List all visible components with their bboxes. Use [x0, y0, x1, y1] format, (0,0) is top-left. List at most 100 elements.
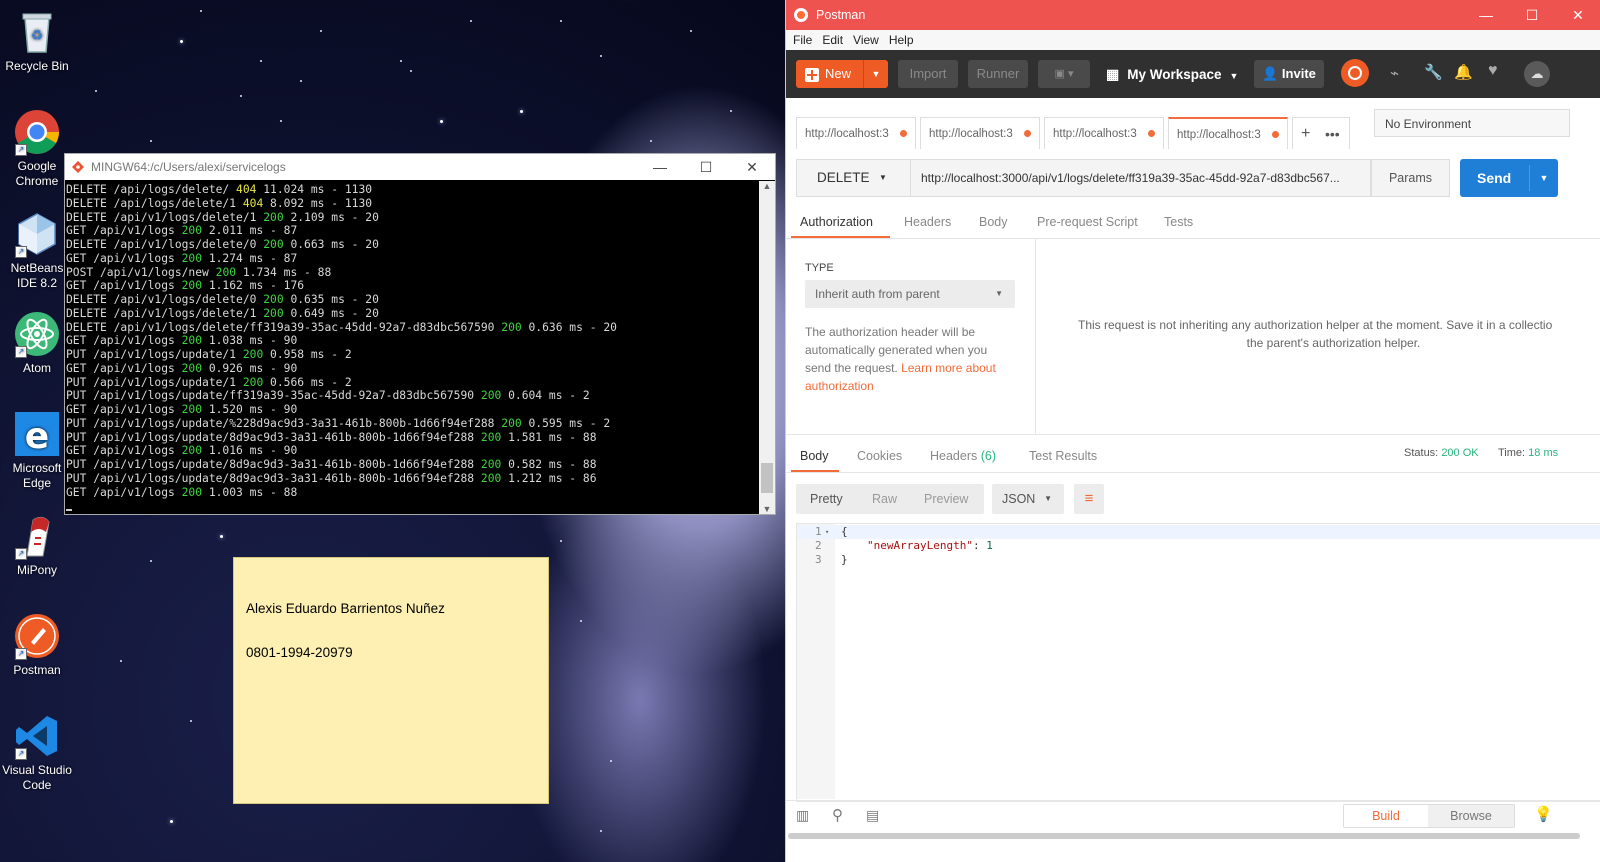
terminal-line: PUT /api/v1/logs/update/%228d9ac9d3-3a31…	[66, 416, 611, 430]
build-button[interactable]: Build	[1344, 805, 1428, 827]
shortcut-arrow-icon: ↗	[15, 246, 27, 258]
request-tab-active[interactable]: http://localhost:3	[1168, 117, 1288, 149]
import-button[interactable]: Import	[898, 60, 958, 88]
wrap-lines-icon[interactable]: ≡	[1074, 484, 1104, 514]
terminal-line: PUT /api/v1/logs/update/8d9ac9d3-3a31-46…	[66, 430, 597, 444]
resp-tab-headers[interactable]: Headers (6)	[930, 449, 996, 463]
response-time: Time: 18 ms	[1498, 447, 1558, 459]
shortcut-arrow-icon: ↗	[15, 648, 27, 660]
terminal-line: PUT /api/v1/logs/update/8d9ac9d3-3a31-46…	[66, 458, 597, 471]
terminal-line: PUT /api/v1/logs/update/ff319a39-35ac-45…	[66, 389, 590, 403]
terminal-window[interactable]: MINGW64:/c/Users/alexi/servicelogs — ☐ ✕…	[64, 153, 776, 515]
horizontal-scrollbar[interactable]	[788, 833, 1580, 839]
response-code: 1 ▾{2 "newArrayLength": 1 3}	[797, 525, 1597, 567]
scrollbar-thumb[interactable]	[761, 463, 773, 493]
new-window-button[interactable]: ▣ ▾	[1038, 60, 1090, 88]
shortcut-arrow-icon: ↗	[15, 346, 27, 358]
terminal-title: MINGW64:/c/Users/alexi/servicelogs	[91, 160, 286, 174]
bell-icon[interactable]: 🔔	[1454, 63, 1473, 81]
send-label: Send	[1477, 170, 1512, 186]
scroll-down-icon[interactable]: ▼	[759, 504, 775, 514]
desktop-icon-atom[interactable]: ↗ Atom	[0, 310, 74, 376]
desktop-icon-netbeans[interactable]: ↗ NetBeans IDE 8.2	[0, 210, 74, 291]
terminal-titlebar[interactable]: MINGW64:/c/Users/alexi/servicelogs — ☐ ✕	[65, 154, 775, 180]
sidebar-toggle-icon[interactable]: ▥	[796, 807, 809, 824]
close-button[interactable]: ✕	[1555, 7, 1600, 24]
desktop-icon-mipony[interactable]: ↗ MiPony	[0, 512, 74, 578]
environment-select[interactable]: No Environment	[1374, 109, 1570, 137]
request-tab[interactable]: http://localhost:3	[920, 117, 1040, 149]
desktop-icon-postman[interactable]: ↗ Postman	[0, 612, 74, 678]
menu-file[interactable]: File	[793, 33, 812, 47]
tab-tests[interactable]: Tests	[1164, 215, 1193, 229]
params-button[interactable]: Params	[1371, 159, 1450, 197]
svg-text:e: e	[25, 416, 49, 457]
minimize-button[interactable]: —	[637, 159, 683, 175]
send-button[interactable]: Send ▼	[1460, 159, 1558, 197]
terminal-scrollbar[interactable]: ▲ ▼	[759, 181, 775, 514]
new-button[interactable]: New ▼	[796, 60, 888, 88]
desktop-icon-microsoft-edge[interactable]: e Microsoft Edge	[0, 410, 74, 491]
browse-button[interactable]: Browse	[1428, 805, 1514, 827]
menu-view[interactable]: View	[853, 33, 879, 47]
desktop-icon-label: MiPony	[16, 563, 57, 577]
url-input[interactable]: http://localhost:3000/api/v1/logs/delete…	[921, 160, 1361, 196]
vscode-icon: ↗	[13, 712, 61, 760]
auth-message-line2: the parent's authorization helper.	[1246, 336, 1421, 350]
request-tab[interactable]: http://localhost:3	[1044, 117, 1164, 149]
request-tab[interactable]: http://localhost:3	[796, 117, 916, 149]
desktop-icon-vscode[interactable]: ↗ Visual Studio Code	[0, 712, 74, 793]
response-body[interactable]: 1 ▾{2 "newArrayLength": 1 3}	[796, 523, 1600, 802]
sticky-id: 0801-1994-20979	[246, 645, 353, 660]
desktop-icon-google-chrome[interactable]: ↗ Google Chrome	[0, 108, 74, 189]
pretty-button[interactable]: Pretty	[810, 484, 843, 514]
tab-pre-request-script[interactable]: Pre-request Script	[1037, 215, 1138, 229]
request-tabs: http://localhost:3 http://localhost:3 ht…	[796, 117, 1356, 151]
sync-status-icon[interactable]	[1341, 59, 1369, 87]
resp-tab-test-results[interactable]: Test Results	[1029, 449, 1097, 463]
preview-button[interactable]: Preview	[924, 484, 968, 514]
desktop-icon-label: Recycle Bin	[5, 59, 69, 73]
tab-authorization[interactable]: Authorization	[800, 215, 873, 229]
invite-button[interactable]: 👤 Invite	[1254, 60, 1324, 88]
close-button[interactable]: ✕	[729, 159, 775, 176]
sticky-note[interactable]: Alexis Eduardo Barrientos Nuñez 0801-199…	[233, 557, 549, 804]
cloud-icon[interactable]: ☁	[1524, 61, 1550, 87]
tab-headers[interactable]: Headers	[904, 215, 951, 229]
tab-body[interactable]: Body	[979, 215, 1008, 229]
new-dropdown-icon[interactable]: ▼	[863, 60, 888, 88]
raw-button[interactable]: Raw	[872, 484, 897, 514]
terminal-output[interactable]: DELETE /api/logs/delete/ 404 11.024 ms -…	[65, 181, 759, 514]
add-tab-icon[interactable]: +	[1301, 118, 1310, 150]
method-label: DELETE	[817, 170, 870, 185]
lightbulb-icon[interactable]: 💡	[1534, 805, 1553, 823]
more-tabs-icon[interactable]: •••	[1325, 118, 1340, 150]
minimize-button[interactable]: —	[1463, 7, 1509, 23]
maximize-button[interactable]: ☐	[683, 159, 729, 176]
resp-tab-cookies[interactable]: Cookies	[857, 449, 902, 463]
menu-help[interactable]: Help	[889, 33, 914, 47]
postman-window[interactable]: Postman — ☐ ✕ File Edit View Help New ▼ …	[785, 0, 1600, 862]
star	[410, 70, 412, 72]
heart-icon[interactable]: ♥	[1488, 62, 1498, 80]
postman-titlebar[interactable]: Postman — ☐ ✕	[786, 0, 1600, 30]
console-icon[interactable]: ▤	[866, 807, 879, 824]
terminal-line: DELETE /api/logs/delete/ 404 11.024 ms -…	[66, 183, 373, 196]
desktop-icon-recycle-bin[interactable]: ♻ Recycle Bin	[0, 8, 74, 74]
interceptor-icon[interactable]: ⌁	[1390, 64, 1399, 82]
auth-message: This request is not inheriting any autho…	[1036, 316, 1600, 352]
fold-icon[interactable]: ▾	[825, 525, 829, 539]
maximize-button[interactable]: ☐	[1509, 7, 1555, 24]
auth-type-select[interactable]: Inherit auth from parent ▼	[805, 280, 1015, 308]
send-dropdown-icon[interactable]: ▼	[1529, 165, 1558, 191]
resp-tab-body[interactable]: Body	[800, 449, 829, 463]
format-select[interactable]: JSON ▼	[992, 484, 1064, 514]
workspace-selector[interactable]: ▦ My Workspace ▼	[1106, 60, 1246, 88]
scroll-up-icon[interactable]: ▲	[759, 181, 775, 191]
star	[730, 110, 732, 112]
runner-button[interactable]: Runner	[968, 60, 1028, 88]
find-icon[interactable]: ⚲	[832, 806, 843, 824]
method-select[interactable]: DELETE ▼	[797, 160, 911, 196]
wrench-icon[interactable]: 🔧	[1424, 63, 1443, 81]
menu-edit[interactable]: Edit	[822, 33, 843, 47]
